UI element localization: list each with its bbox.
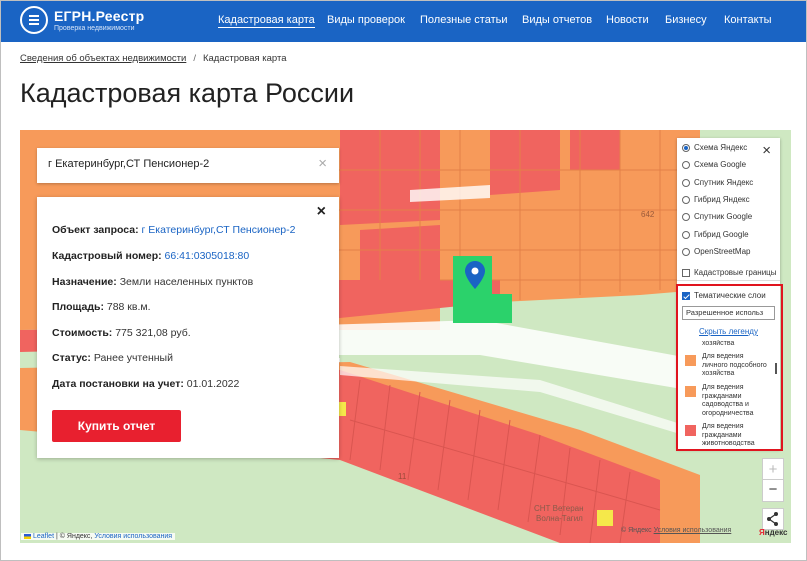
close-icon[interactable]: × [762, 142, 771, 159]
info-label: Стоимость: [52, 327, 113, 339]
base-layer-option[interactable]: Спутник Яндекс [682, 178, 753, 187]
logo-icon [20, 6, 48, 34]
parcel-info-card: × Объект запроса: г Екатеринбург,СТ Пенс… [37, 197, 339, 458]
yandex-logo[interactable]: Яндекс [759, 528, 787, 537]
info-value-link[interactable]: г Екатеринбург,СТ Пенсионер-2 [142, 224, 296, 236]
breadcrumb-link[interactable]: Сведения об объектах недвижимости [20, 53, 186, 64]
radio-icon[interactable] [682, 247, 690, 256]
base-layer-option[interactable]: Гибрид Яндекс [682, 195, 750, 204]
nav-item-contacts[interactable]: Контакты [724, 14, 772, 26]
search-input[interactable]: г Екатеринбург,СТ Пенсионер-2 [48, 158, 209, 170]
terms-link[interactable]: Условия использования [94, 533, 172, 540]
nav-item-cadastral-map[interactable]: Кадастровая карта [218, 14, 315, 28]
yandex-attribution: © Яндекс Условия использования [621, 527, 732, 534]
info-label: Кадастровый номер: [52, 250, 162, 262]
map-label: 642 [641, 210, 655, 219]
address-search[interactable]: г Екатеринбург,СТ Пенсионер-2 × [37, 148, 339, 183]
nav-item-check-types[interactable]: Виды проверок [327, 14, 405, 26]
breadcrumb-separator: / [193, 53, 196, 64]
info-row-cost: Стоимость: 775 321,08 руб. [52, 327, 191, 339]
map-attribution: Leaflet | © Яндекс, Условия использовани… [21, 533, 176, 540]
radio-icon[interactable] [682, 143, 690, 152]
info-label: Статус: [52, 352, 91, 364]
info-row-purpose: Назначение: Земли населенных пунктов [52, 276, 253, 288]
close-icon[interactable]: × [317, 203, 326, 221]
info-row-area: Площадь: 788 кв.м. [52, 301, 151, 313]
info-value: 775 321,08 руб. [115, 327, 191, 339]
share-icon [767, 512, 778, 526]
map-label: 11 [398, 472, 407, 481]
map-label: СНТ Ветеран [534, 504, 584, 513]
info-row-query: Объект запроса: г Екатеринбург,СТ Пенсио… [52, 224, 295, 236]
breadcrumb: Сведения об объектах недвижимости / Када… [20, 53, 287, 64]
info-value-link[interactable]: 66:41:0305018:80 [165, 250, 250, 262]
nav-item-report-types[interactable]: Виды отчетов [522, 14, 592, 26]
zoom-in-button[interactable]: + [763, 459, 783, 480]
zoom-control: + − [762, 458, 784, 502]
flag-icon [24, 534, 31, 539]
info-value: Ранее учтенный [93, 352, 173, 364]
info-value: 01.01.2022 [186, 378, 240, 390]
checkbox-icon[interactable] [682, 268, 690, 277]
info-label: Площадь: [52, 301, 104, 313]
nav-item-business[interactable]: Бизнесу [665, 14, 707, 26]
info-label: Дата постановки на учет: [52, 378, 184, 390]
info-row-status: Статус: Ранее учтенный [52, 352, 173, 364]
info-row-registration-date: Дата постановки на учет: 01.01.2022 [52, 378, 239, 390]
nav-item-news[interactable]: Новости [606, 14, 649, 26]
radio-icon[interactable] [682, 212, 690, 221]
clear-search-icon[interactable]: × [318, 155, 327, 172]
site-header: ЕГРН.Реестр Проверка недвижимости Кадаст… [1, 1, 806, 42]
buy-report-button[interactable]: Купить отчет [52, 410, 181, 442]
logo-subtitle: Проверка недвижимости [54, 24, 135, 32]
base-layer-option[interactable]: OpenStreetMap [682, 247, 750, 256]
yandex-terms-link[interactable]: Условия использования [654, 527, 732, 534]
cadastral-borders-toggle[interactable]: Кадастровые границы [682, 268, 777, 277]
leaflet-link[interactable]: Leaflet [33, 533, 54, 540]
radio-icon[interactable] [682, 178, 690, 187]
base-layer-option[interactable]: Спутник Google [682, 212, 752, 221]
radio-icon[interactable] [682, 195, 690, 204]
breadcrumb-current: Кадастровая карта [202, 53, 287, 64]
radio-icon[interactable] [682, 160, 690, 169]
info-value: 788 кв.м. [106, 301, 151, 313]
radio-icon[interactable] [682, 230, 690, 239]
info-row-cadastral-number: Кадастровый номер: 66:41:0305018:80 [52, 250, 249, 262]
logo[interactable]: ЕГРН.Реестр Проверка недвижимости [20, 6, 144, 34]
divider [677, 280, 780, 281]
zoom-out-button[interactable]: − [763, 480, 783, 501]
share-button[interactable] [762, 508, 784, 530]
page-frame: ЕГРН.Реестр Проверка недвижимости Кадаст… [0, 0, 807, 561]
logo-title: ЕГРН.Реестр [54, 7, 145, 24]
base-layer-option[interactable]: Гибрид Google [682, 230, 749, 239]
info-label: Объект запроса: [52, 224, 139, 236]
info-value: Земли населенных пунктов [119, 276, 254, 288]
nav-item-articles[interactable]: Полезные статьи [420, 14, 507, 26]
page-title: Кадастровая карта России [20, 78, 355, 108]
base-layer-option[interactable]: Схема Яндекс [682, 143, 747, 152]
base-layer-option[interactable]: Схема Google [682, 160, 746, 169]
legend-highlight-frame [676, 284, 783, 451]
map-label: Волна-Тагил [536, 514, 583, 523]
info-label: Назначение: [52, 276, 117, 288]
